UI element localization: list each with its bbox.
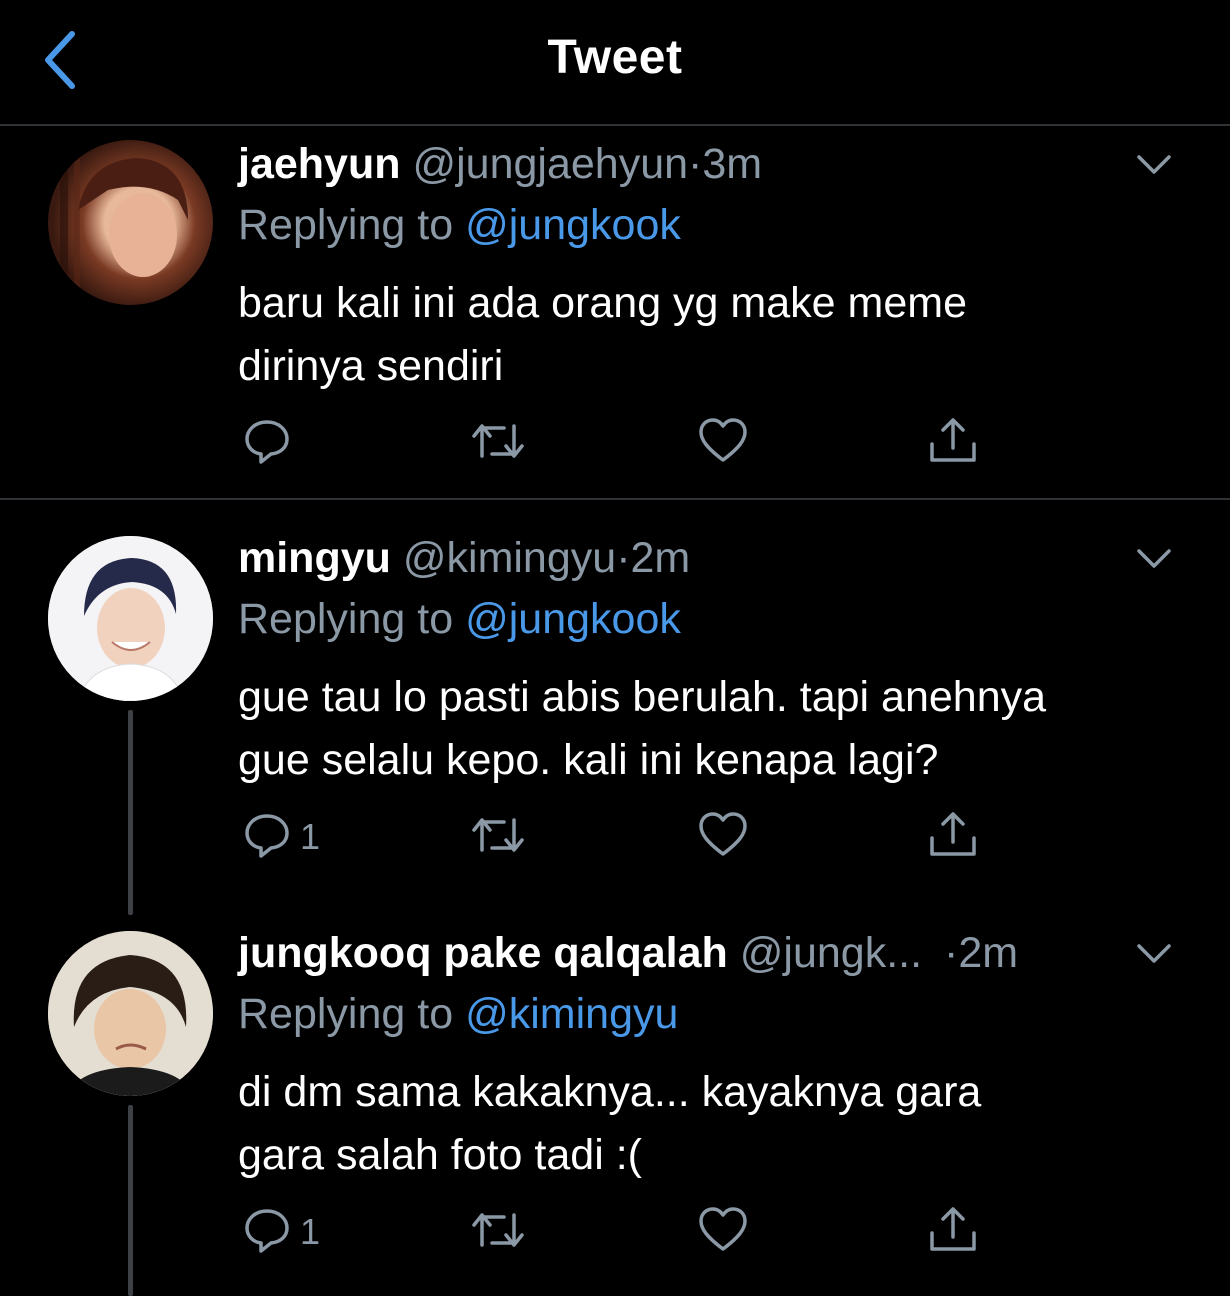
avatar[interactable]: [48, 140, 213, 305]
reply-count: 1: [300, 1211, 321, 1252]
avatar[interactable]: [48, 931, 213, 1096]
display-name[interactable]: mingyu: [238, 534, 391, 582]
avatar-image: [60, 140, 188, 305]
reply-button[interactable]: 1: [242, 810, 342, 870]
mention-link[interactable]: @jungkook: [465, 201, 681, 249]
mention-link[interactable]: @jungkook: [465, 595, 681, 643]
comment-icon: [245, 420, 289, 464]
avatar[interactable]: [48, 536, 213, 701]
tweet-text-line: dirinya sendiri: [238, 342, 504, 390]
replying-prefix: Replying to: [238, 990, 454, 1038]
replying-to: Replying to @kimingyu: [238, 989, 678, 1039]
heart-icon: [699, 418, 747, 462]
separator-dot: ·: [944, 929, 959, 977]
heart-icon: [699, 812, 747, 856]
retweet-icon: [472, 424, 524, 458]
avatar-image: [48, 931, 213, 1096]
handle[interactable]: @jungjaehyun: [412, 140, 688, 188]
page-title: Tweet: [547, 31, 683, 84]
replying-to: Replying to @jungkook: [238, 594, 681, 644]
reply-count: 1: [300, 816, 321, 857]
tweet-text-line: gara salah foto tadi :(: [238, 1131, 642, 1179]
top-bar: Tweet: [0, 0, 1230, 126]
display-name[interactable]: jungkooq pake qalqalah: [238, 929, 728, 977]
like-button[interactable]: [697, 416, 749, 476]
retweet-icon: [472, 818, 524, 852]
timestamp[interactable]: 2m: [958, 929, 1018, 977]
reply-button[interactable]: [242, 416, 292, 476]
display-name[interactable]: jaehyun: [238, 140, 401, 188]
retweet-button[interactable]: [470, 1205, 526, 1265]
share-icon: [930, 1207, 976, 1251]
like-button[interactable]: [697, 1205, 749, 1265]
tweet-text: di dm sama kakaknya... kayaknya gara gar…: [238, 1061, 1188, 1187]
tweet-2[interactable]: mingyu @kimingyu·2m Replying to @jungkoo…: [0, 520, 1230, 915]
mention-link[interactable]: @kimingyu: [465, 990, 678, 1038]
tweet-1[interactable]: jaehyun @jungjaehyun·3m Replying to @jun…: [0, 126, 1230, 500]
share-icon: [930, 812, 976, 856]
avatar-image: [48, 536, 213, 701]
comment-icon: [245, 814, 289, 858]
like-button[interactable]: [697, 810, 749, 870]
replying-prefix: Replying to: [238, 201, 454, 249]
action-bar: 1: [0, 1205, 1230, 1265]
tweet-text: baru kali ini ada orang yg make meme dir…: [238, 272, 1188, 398]
share-button[interactable]: [927, 1205, 979, 1265]
tweet-text-line: gue tau lo pasti abis berulah. tapi aneh…: [238, 673, 1047, 721]
action-bar: 1: [0, 810, 1230, 870]
share-icon: [930, 418, 976, 462]
timestamp[interactable]: 3m: [702, 140, 762, 188]
handle[interactable]: @jungk...: [740, 929, 922, 977]
separator-dot: ·: [616, 534, 631, 582]
tweet-meta: jaehyun @jungjaehyun·3m: [238, 140, 762, 188]
share-button[interactable]: [927, 810, 979, 870]
heart-icon: [699, 1207, 747, 1251]
tweet-3[interactable]: jungkooq pake qalqalah @jungk... ·2m Rep…: [0, 915, 1230, 1296]
retweet-button[interactable]: [470, 810, 526, 870]
retweet-icon: [472, 1213, 524, 1247]
retweet-button[interactable]: [470, 416, 526, 476]
handle[interactable]: @kimingyu: [403, 534, 616, 582]
tweet-meta: jungkooq pake qalqalah @jungk... ·2m: [238, 929, 1018, 977]
comment-icon: [245, 1209, 289, 1253]
tweet-meta: mingyu @kimingyu·2m: [238, 534, 690, 582]
replying-prefix: Replying to: [238, 595, 454, 643]
tweet-text-line: di dm sama kakaknya... kayaknya gara: [238, 1068, 982, 1116]
chevron-down-icon[interactable]: [1134, 152, 1174, 178]
tweet-text: gue tau lo pasti abis berulah. tapi aneh…: [238, 666, 1188, 792]
reply-button[interactable]: 1: [242, 1205, 342, 1265]
share-button[interactable]: [927, 416, 979, 476]
timestamp[interactable]: 2m: [631, 534, 691, 582]
tweet-text-line: baru kali ini ada orang yg make meme: [238, 279, 967, 327]
separator-dot: ·: [688, 140, 703, 188]
chevron-down-icon[interactable]: [1134, 546, 1174, 572]
tweet-text-line: gue selalu kepo. kali ini kenapa lagi?: [238, 736, 939, 784]
action-bar: [0, 416, 1230, 476]
replying-to: Replying to @jungkook: [238, 200, 681, 250]
thread-line: [128, 1105, 133, 1296]
chevron-down-icon[interactable]: [1134, 941, 1174, 967]
